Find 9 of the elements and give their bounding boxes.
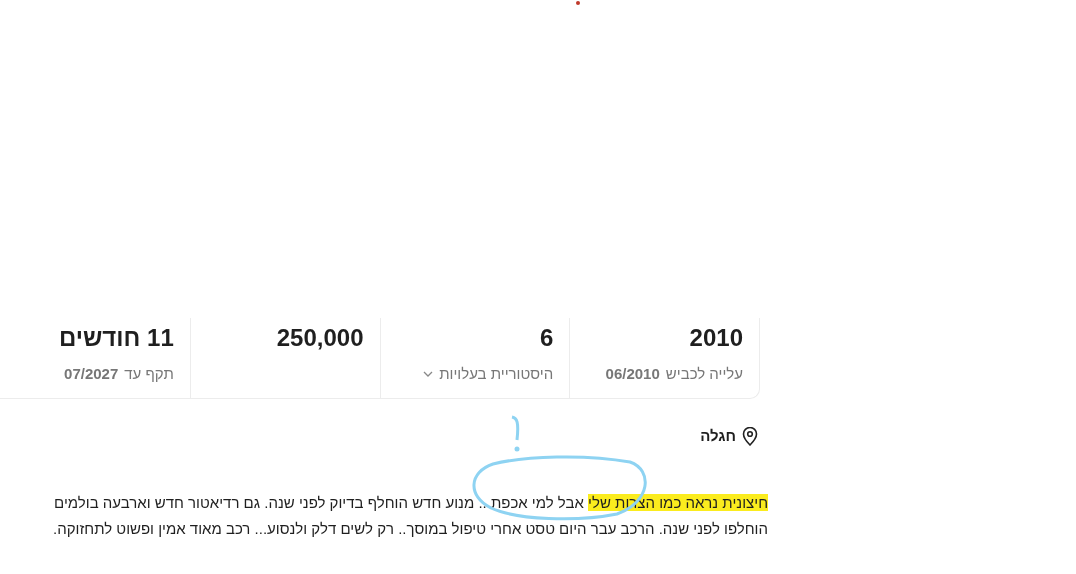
- dot: [576, 1, 580, 5]
- stat-value: 11 חודשים: [59, 324, 174, 352]
- stat-value: 6: [539, 324, 554, 352]
- location-text: חגלה: [700, 426, 736, 446]
- stat-value: 2010: [689, 324, 743, 352]
- stat-value: 250,000: [276, 324, 364, 352]
- ownership-history-toggle[interactable]: היסטוריית בעלויות: [423, 363, 554, 386]
- location-pin-icon: [742, 426, 758, 446]
- chevron-down-icon: [423, 371, 434, 378]
